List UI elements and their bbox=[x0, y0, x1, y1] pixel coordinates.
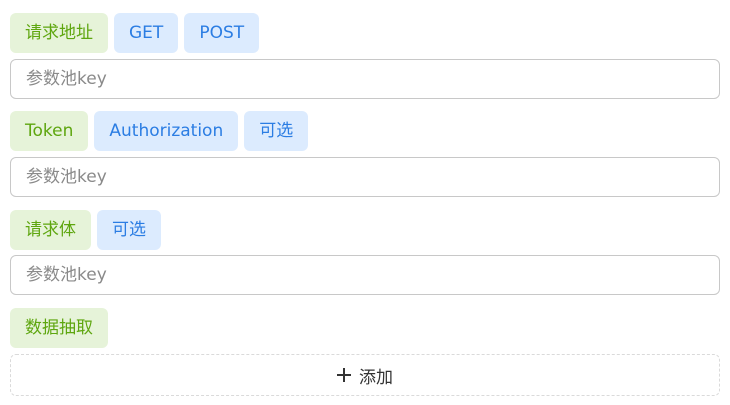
data-extract-row: 数据抽取 bbox=[10, 308, 108, 348]
request-body-row: 请求体 可选 bbox=[10, 210, 161, 250]
method-get-tag[interactable]: GET bbox=[114, 13, 179, 53]
method-post-tag[interactable]: POST bbox=[184, 13, 260, 53]
plus-icon bbox=[337, 368, 351, 382]
token-label: Token bbox=[10, 111, 89, 151]
request-url-input[interactable] bbox=[10, 59, 720, 99]
request-body-optional-tag[interactable]: 可选 bbox=[97, 210, 161, 250]
request-url-label: 请求地址 bbox=[10, 13, 108, 53]
request-body-input[interactable] bbox=[10, 255, 720, 295]
token-input[interactable] bbox=[10, 157, 720, 197]
authorization-tag[interactable]: Authorization bbox=[94, 111, 239, 151]
data-extract-label: 数据抽取 bbox=[10, 308, 108, 348]
request-body-label: 请求体 bbox=[10, 210, 91, 250]
token-optional-tag[interactable]: 可选 bbox=[244, 111, 309, 151]
add-button[interactable]: 添加 bbox=[10, 354, 720, 396]
add-button-label: 添加 bbox=[359, 367, 393, 388]
token-row: Token Authorization 可选 bbox=[10, 111, 309, 151]
request-url-row: 请求地址 GET POST bbox=[10, 13, 260, 53]
